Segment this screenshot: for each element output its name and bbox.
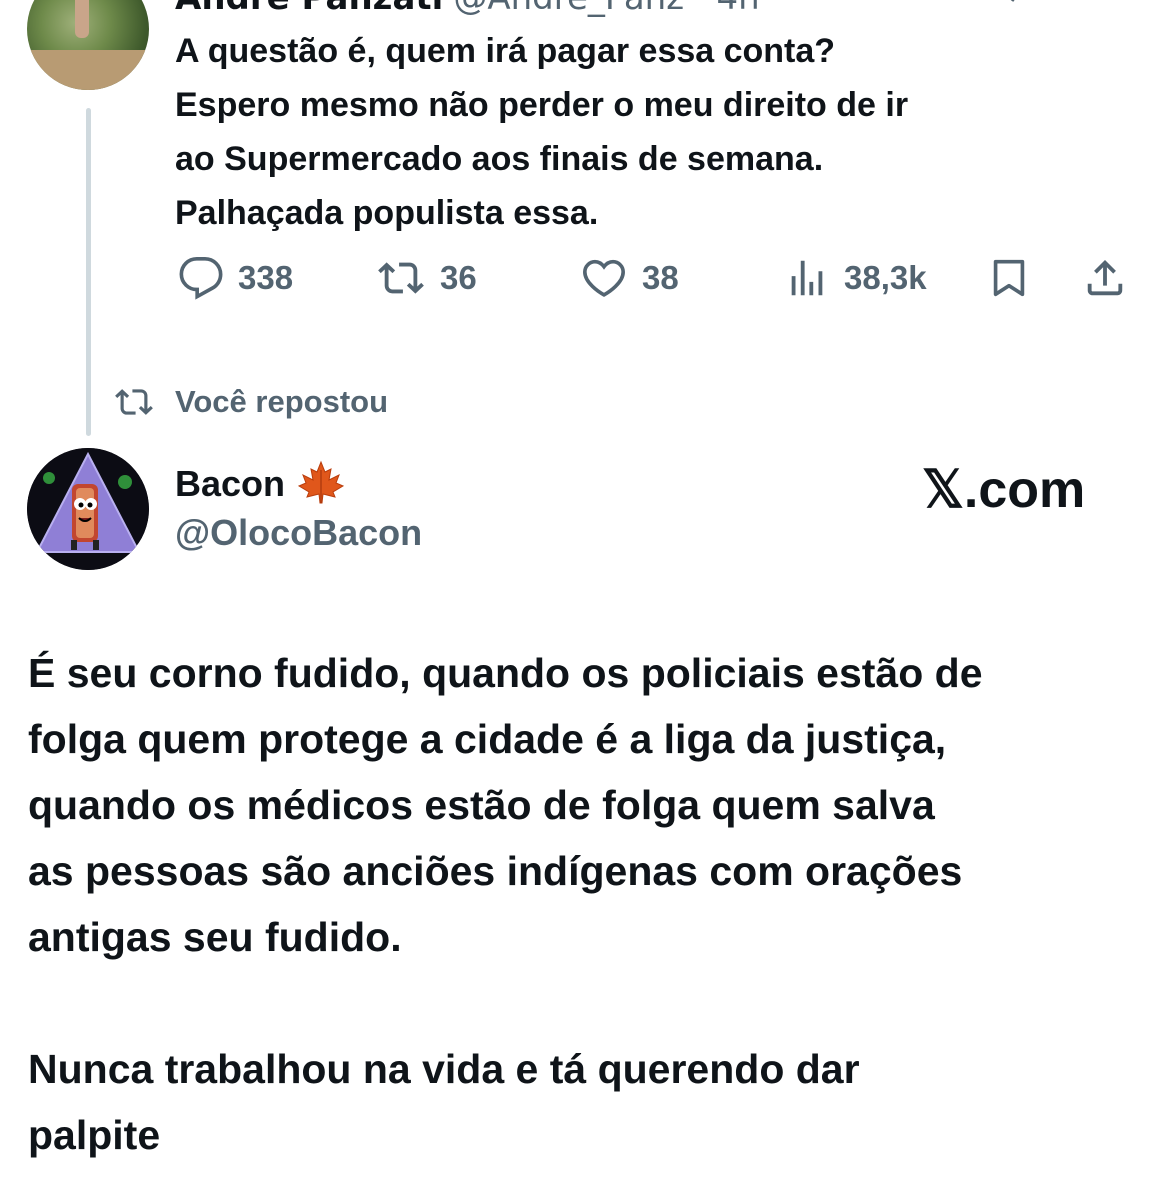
tweet-line: Espero mesmo não perder o meu direito de… bbox=[175, 86, 909, 124]
views-button[interactable]: 38,3k bbox=[784, 252, 927, 304]
author-name[interactable]: Bacon bbox=[175, 463, 285, 505]
like-icon bbox=[580, 255, 628, 301]
tweet-line: palpite bbox=[28, 1112, 161, 1158]
repost-icon bbox=[113, 383, 155, 421]
author-handle[interactable]: @OlocoBacon bbox=[175, 512, 422, 554]
tweet-line: antigas seu fudido. bbox=[28, 914, 402, 960]
tweet-line: as pessoas são anciões indígenas com ora… bbox=[28, 848, 963, 894]
tweet-text: A questão é, quem irá pagar essa conta? … bbox=[175, 24, 1135, 240]
repost-banner[interactable]: Você repostou bbox=[113, 380, 388, 424]
more-icon[interactable] bbox=[1008, 0, 1048, 15]
avatar-figure bbox=[75, 0, 89, 38]
views-count: 38,3k bbox=[844, 259, 927, 296]
tweet-line: folga quem protege a cidade é a liga da … bbox=[28, 716, 947, 762]
repost-icon bbox=[376, 255, 426, 301]
avatar-art bbox=[27, 448, 149, 570]
thread-line bbox=[86, 108, 91, 436]
repost-banner-label: Você repostou bbox=[175, 384, 389, 419]
author-handle[interactable]: @Andre_Panz · 4h bbox=[453, 0, 759, 18]
tweet-text: É seu corno fudido, quando os policiais … bbox=[28, 640, 1138, 1168]
avatar-ground bbox=[27, 50, 149, 90]
repost-count: 36 bbox=[440, 259, 477, 296]
avatar[interactable] bbox=[27, 448, 149, 570]
author-name[interactable]: André Panzati bbox=[175, 0, 443, 18]
bookmark-button[interactable] bbox=[986, 252, 1032, 304]
avatar[interactable] bbox=[27, 0, 149, 90]
reply-count: 338 bbox=[238, 259, 294, 296]
like-count: 38 bbox=[642, 259, 679, 296]
tweet-line: ao Supermercado aos finais de semana. bbox=[175, 140, 824, 178]
author-name-row[interactable]: Bacon bbox=[175, 460, 345, 508]
tweet-line: Palhaçada populista essa. bbox=[175, 194, 599, 232]
share-icon bbox=[1082, 255, 1128, 301]
maple-leaf-icon bbox=[297, 460, 345, 508]
reply-button[interactable]: 338 bbox=[178, 252, 293, 304]
tweet-line: É seu corno fudido, quando os policiais … bbox=[28, 650, 983, 696]
share-button[interactable] bbox=[1082, 252, 1128, 304]
author-name-row[interactable]: André Panzati @Andre_Panz · 4h bbox=[175, 0, 760, 18]
repost-button[interactable]: 36 bbox=[376, 252, 477, 304]
views-icon bbox=[784, 255, 830, 301]
tweet-line: Nunca trabalhou na vida e tá querendo da… bbox=[28, 1046, 860, 1092]
reply-icon bbox=[178, 255, 224, 301]
tweet-line: A questão é, quem irá pagar essa conta? bbox=[175, 32, 836, 70]
tweet-line: quando os médicos estão de folga quem sa… bbox=[28, 782, 935, 828]
bookmark-icon bbox=[986, 255, 1032, 301]
like-button[interactable]: 38 bbox=[580, 252, 679, 304]
x-watermark: 𝕏.com bbox=[922, 461, 1086, 519]
